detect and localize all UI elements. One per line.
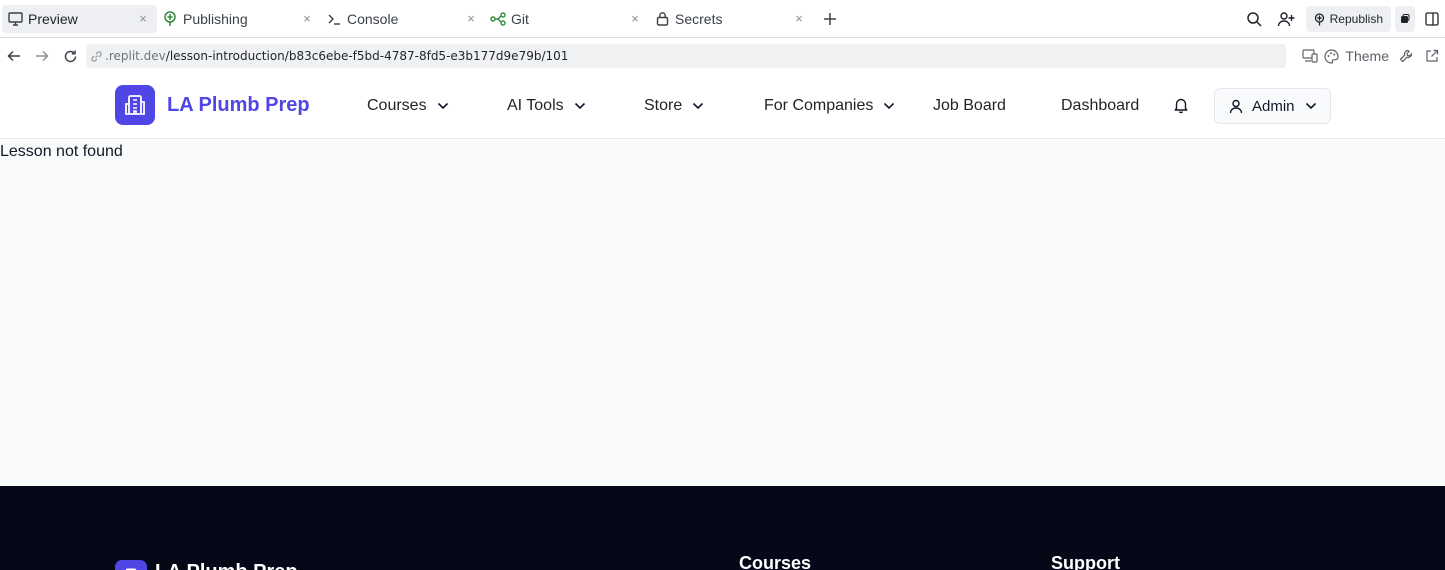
publish-status-icon[interactable] (1395, 6, 1415, 32)
nav-label: Job Board (933, 97, 1006, 114)
link-icon (90, 50, 103, 63)
brand-link[interactable]: LA Plumb Prep (115, 85, 310, 125)
reload-icon[interactable] (56, 42, 84, 70)
nav-label: For Companies (764, 97, 874, 114)
site-footer: LA Plumb Prep Courses Support (0, 486, 1445, 570)
tab-label: Secrets (675, 10, 723, 27)
nav-store[interactable]: Store (644, 73, 704, 139)
lock-icon (653, 10, 671, 28)
publish-icon (1314, 12, 1325, 26)
close-icon[interactable]: × (135, 11, 151, 26)
site-header: LA Plumb Prep Courses AI Tools Store For… (0, 73, 1445, 139)
main-content: Lesson not found (0, 140, 1445, 486)
chevron-down-icon (1305, 102, 1317, 110)
monitor-icon (6, 10, 24, 28)
tab-label: Git (511, 10, 529, 27)
url-host: .replit.dev (105, 49, 166, 63)
address-bar-actions: Theme (1296, 39, 1445, 73)
git-icon (489, 10, 507, 28)
close-icon[interactable]: × (627, 11, 643, 26)
url-path: /lesson-introduction/b83c6ebe-f5bd-4787-… (165, 49, 569, 63)
split-pane-icon[interactable] (1419, 5, 1445, 33)
preview-address-bar: .replit.dev/lesson-introduction/b83c6ebe… (0, 39, 1445, 73)
republish-button[interactable]: Republish (1305, 6, 1391, 32)
theme-label: Theme (1345, 48, 1389, 64)
tab-label: Publishing (183, 10, 248, 27)
bell-icon[interactable] (1172, 96, 1190, 119)
workspace-actions: Republish (1238, 0, 1445, 38)
invite-user-icon[interactable] (1270, 5, 1302, 33)
close-icon[interactable]: × (791, 11, 807, 26)
brand-name: LA Plumb Prep (167, 93, 310, 116)
user-menu-button[interactable]: Admin (1214, 88, 1331, 124)
error-message: Lesson not found (0, 143, 123, 160)
workspace-tab-bar: Preview × Publishing × Console × Git × S… (0, 0, 1445, 38)
url-field[interactable]: .replit.dev/lesson-introduction/b83c6ebe… (86, 44, 1286, 68)
footer-heading-support: Support (1051, 553, 1120, 570)
nav-for-companies[interactable]: For Companies (764, 73, 895, 139)
close-icon[interactable]: × (463, 11, 479, 26)
tab-label: Preview (28, 10, 78, 27)
forward-arrow-icon[interactable] (28, 42, 56, 70)
back-arrow-icon[interactable] (0, 42, 28, 70)
tab-git[interactable]: Git × (485, 5, 649, 33)
close-icon[interactable]: × (299, 11, 315, 26)
nav-courses[interactable]: Courses (367, 73, 449, 139)
footer-heading-courses: Courses (739, 553, 812, 570)
footer-brand-name: LA Plumb Prep (155, 561, 298, 570)
nav-label: Dashboard (1061, 97, 1140, 114)
republish-label: Republish (1329, 12, 1383, 26)
building-logo-icon (115, 560, 147, 570)
tab-label: Console (347, 10, 399, 27)
chevron-down-icon (437, 102, 449, 110)
nav-label: AI Tools (507, 97, 564, 114)
nav-label: Store (644, 97, 683, 114)
user-menu-label: Admin (1252, 97, 1295, 115)
tab-preview[interactable]: Preview × (2, 4, 157, 33)
tab-publishing[interactable]: Publishing × (157, 5, 321, 33)
footer-brand[interactable]: LA Plumb Prep (115, 552, 298, 570)
chevron-down-icon (692, 102, 704, 110)
palette-icon (1324, 48, 1340, 64)
open-new-window-icon[interactable] (1419, 42, 1445, 70)
wrench-icon[interactable] (1393, 42, 1419, 70)
terminal-icon (325, 10, 343, 28)
nav-job-board[interactable]: Job Board (933, 73, 1006, 139)
publish-icon (161, 10, 179, 28)
search-icon[interactable] (1238, 5, 1270, 33)
theme-button[interactable]: Theme (1324, 48, 1389, 64)
nav-dashboard[interactable]: Dashboard (1061, 73, 1139, 139)
new-tab-plus-icon[interactable] (815, 5, 845, 33)
user-icon (1229, 99, 1243, 114)
building-logo-icon (115, 85, 155, 125)
nav-label: Courses (367, 97, 427, 114)
tab-console[interactable]: Console × (321, 5, 485, 33)
nav-ai-tools[interactable]: AI Tools (507, 73, 586, 139)
chevron-down-icon (883, 102, 895, 110)
devices-icon[interactable] (1296, 42, 1324, 70)
tab-secrets[interactable]: Secrets × (649, 5, 813, 33)
chevron-down-icon (574, 102, 586, 110)
